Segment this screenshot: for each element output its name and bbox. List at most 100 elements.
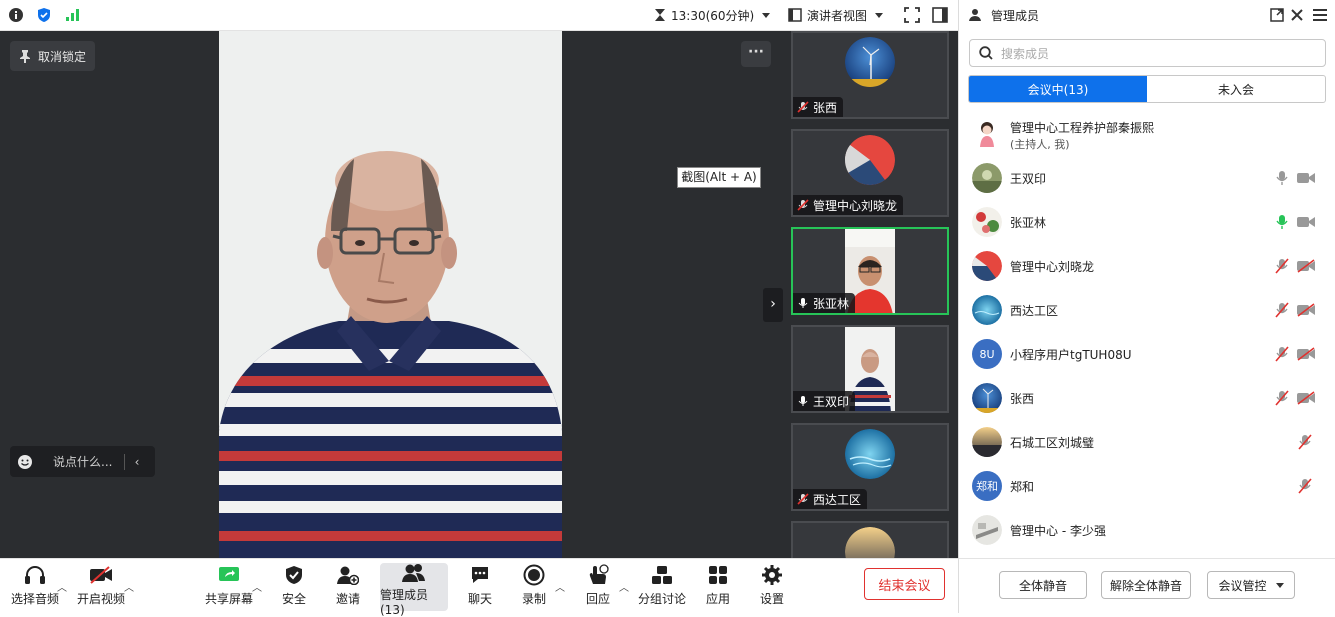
close-icon[interactable] (1291, 9, 1303, 21)
sidebar-toggle-icon[interactable] (932, 7, 948, 23)
thumbnail-tile-active[interactable]: 张亚林 (791, 227, 949, 315)
share-screen-button[interactable]: 共享屏幕 (204, 563, 254, 611)
thumbnail-tile[interactable]: 管理中心刘晓龙 (791, 129, 949, 217)
meeting-timer[interactable]: 13:30(60分钟) (654, 6, 771, 24)
thumbnail-tile[interactable]: 张西 (791, 31, 949, 119)
list-item[interactable]: 管理中心 - 李少强 (959, 508, 1335, 552)
video-icon[interactable] (1297, 171, 1315, 185)
meeting-control-button[interactable]: 会议管控 (1207, 571, 1295, 599)
member-name: 王双印 (1010, 171, 1047, 186)
invite-label: 邀请 (335, 592, 360, 606)
end-meeting-button[interactable]: 结束会议 (864, 568, 945, 600)
mic-muted-icon[interactable] (1275, 346, 1289, 362)
participant-tag: 王双印 (793, 391, 856, 411)
thumbnail-tile[interactable] (791, 521, 949, 558)
member-tabs: 会议中(13) 未入会 (968, 75, 1326, 103)
shield-icon[interactable] (36, 7, 52, 23)
audio-label: 选择音频 (10, 592, 59, 606)
security-button[interactable]: 安全 (276, 563, 312, 611)
video-icon[interactable] (1297, 215, 1315, 229)
chevron-up-icon[interactable]: ︿ (555, 579, 565, 594)
gear-icon (760, 563, 784, 587)
apps-button[interactable]: 应用 (700, 563, 736, 611)
audio-button[interactable]: 选择音频 (10, 563, 60, 611)
popout-icon[interactable] (1270, 8, 1284, 22)
video-muted-icon[interactable] (1297, 303, 1315, 317)
mic-muted-icon[interactable] (1275, 258, 1289, 274)
chat-button[interactable]: 聊天 (462, 563, 498, 611)
participant-name: 西达工区 (813, 492, 862, 507)
chat-icon (468, 563, 492, 587)
reaction-icon (586, 563, 610, 587)
mic-muted-icon[interactable] (1298, 478, 1312, 494)
thumbnail-tile[interactable]: 西达工区 (791, 423, 949, 511)
manage-members-button[interactable]: 管理成员(13) (380, 563, 448, 617)
chevron-down-icon (1275, 582, 1284, 588)
avatar (972, 295, 1002, 325)
share-screen-icon (217, 563, 241, 587)
chat-placeholder: 说点什么... (53, 455, 113, 469)
unmute-all-button[interactable]: 解除全体静音 (1101, 571, 1191, 599)
avatar (972, 251, 1002, 281)
avatar (972, 207, 1002, 237)
members-icon (402, 563, 426, 583)
info-icon[interactable] (8, 7, 24, 23)
member-search-input[interactable]: 搜索成员 (969, 39, 1326, 67)
chevron-up-icon[interactable]: ︿ (619, 579, 629, 594)
panel-footer: 全体静音 解除全体静音 会议管控 (959, 558, 1335, 613)
video-button[interactable]: 开启视频 (76, 563, 126, 611)
mic-muted-icon (797, 199, 809, 211)
avatar: 郑和 (972, 471, 1002, 501)
emoji-icon[interactable] (10, 454, 40, 470)
chevron-up-icon[interactable]: ︿ (124, 579, 134, 594)
member-name: 管理中心工程养护部秦振熙 (1010, 121, 1155, 135)
menu-icon[interactable] (1313, 9, 1327, 21)
quick-chat-input[interactable]: 说点什么... ‹ (10, 446, 155, 477)
tab-in-meeting[interactable]: 会议中(13) (969, 76, 1147, 102)
video-muted-icon[interactable] (1297, 259, 1315, 273)
search-placeholder: 搜索成员 (1001, 46, 1050, 61)
avatar (972, 427, 1002, 457)
chat-label: 聊天 (467, 592, 492, 606)
thumbnail-strip: 张西 管理中心刘晓龙 张亚林 王双印 西达工区 (783, 31, 958, 558)
list-item[interactable]: 王双印 (959, 156, 1335, 200)
video-muted-icon[interactable] (1297, 391, 1315, 405)
record-label: 录制 (521, 592, 546, 606)
more-options-button[interactable]: ··· (741, 41, 771, 67)
mic-muted-icon[interactable] (1298, 434, 1312, 450)
mute-all-button[interactable]: 全体静音 (999, 571, 1087, 599)
chevron-down-icon (875, 12, 884, 18)
breakout-button[interactable]: 分组讨论 (638, 563, 686, 611)
mic-talking-icon[interactable] (1275, 214, 1289, 230)
settings-button[interactable]: 设置 (754, 563, 790, 611)
avatar (845, 429, 895, 479)
thumbnail-tile[interactable]: 王双印 (791, 325, 949, 413)
chevron-left-icon[interactable]: ‹ (125, 455, 149, 469)
list-item[interactable]: 张西 (959, 376, 1335, 420)
unpin-button[interactable]: 取消锁定 (10, 41, 96, 71)
record-button[interactable]: 录制 (516, 563, 552, 611)
view-switcher[interactable]: 演讲者视图 (788, 6, 884, 24)
signal-icon[interactable] (64, 7, 80, 23)
list-item[interactable]: 管理中心刘晓龙 (959, 244, 1335, 288)
list-item[interactable]: 管理中心工程养护部秦振熙 (主持人, 我) (959, 112, 1335, 156)
main-speaker-video (219, 31, 562, 558)
mic-icon[interactable] (1275, 170, 1289, 186)
mic-muted-icon[interactable] (1275, 302, 1289, 318)
list-item[interactable]: 张亚林 (959, 200, 1335, 244)
tab-not-joined[interactable]: 未入会 (1147, 76, 1325, 102)
collapse-thumbnails-button[interactable]: › (763, 288, 783, 322)
reaction-button[interactable]: 回应 (580, 563, 616, 611)
list-item[interactable]: 石城工区刘城璧 (959, 420, 1335, 464)
fullscreen-icon[interactable] (904, 7, 920, 23)
invite-button[interactable]: 邀请 (330, 563, 366, 611)
chevron-up-icon[interactable]: ︿ (57, 579, 67, 594)
mic-muted-icon[interactable] (1275, 390, 1289, 406)
list-item[interactable]: 西达工区 (959, 288, 1335, 332)
list-item[interactable]: 郑和 郑和 (959, 464, 1335, 508)
chevron-up-icon[interactable]: ︿ (252, 579, 262, 594)
list-item[interactable]: 8U 小程序用户tgTUH08U (959, 332, 1335, 376)
participant-name: 管理中心刘晓龙 (813, 198, 898, 213)
video-muted-icon[interactable] (1297, 347, 1315, 361)
meeting-control-label: 会议管控 (1218, 578, 1267, 593)
